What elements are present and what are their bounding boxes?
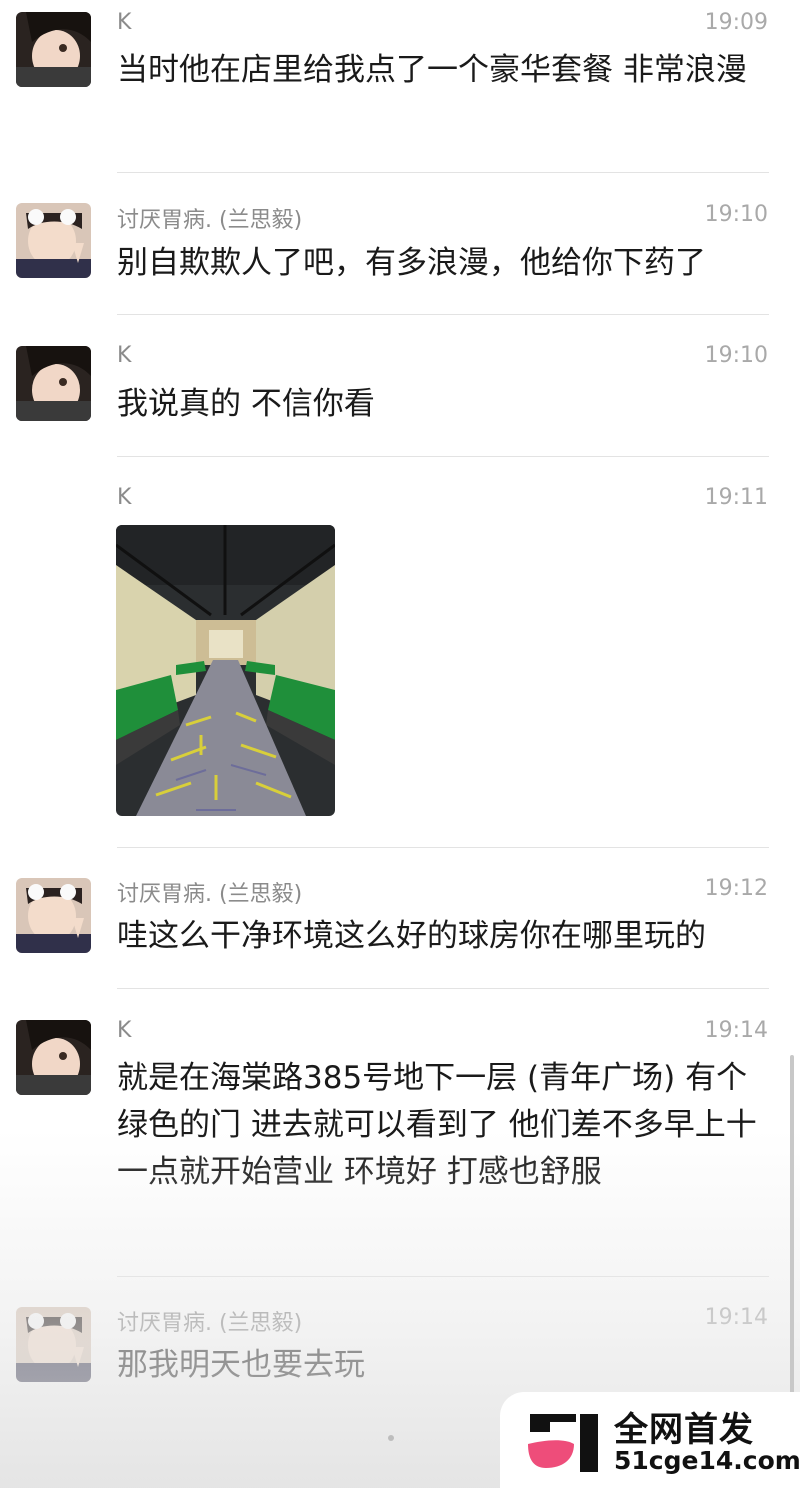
page-indicator-dot (388, 1435, 394, 1441)
message-divider (117, 1276, 769, 1277)
avatar-taoyan[interactable] (16, 878, 91, 953)
message-time: 19:12 (704, 876, 768, 901)
message-divider (117, 847, 769, 848)
sender-name: K (117, 10, 132, 35)
avatar-k[interactable] (16, 1020, 91, 1095)
message-time: 19:10 (704, 202, 768, 227)
watermark-site: 51cge14.com (614, 1446, 800, 1475)
message-text[interactable]: 就是在海棠路385号地下一层 (青年广场) 有个绿色的门 进去就可以看到了 他们… (117, 1055, 767, 1196)
message-time: 19:14 (704, 1305, 768, 1330)
sender-name: 讨厌胃病. (兰思毅) (117, 882, 303, 907)
watermark-title: 全网首发 (614, 1410, 754, 1450)
sender-name: K (117, 1018, 132, 1043)
message-time: 19:10 (704, 343, 768, 368)
billiard-room-photo[interactable] (116, 525, 335, 816)
message-text[interactable]: 哇这么干净环境这么好的球房你在哪里玩的 (117, 913, 767, 960)
sender-name: K (117, 485, 132, 510)
avatar-taoyan[interactable] (16, 1307, 91, 1382)
message-divider (117, 456, 769, 457)
avatar-k[interactable] (16, 346, 91, 421)
avatar-taoyan[interactable] (16, 203, 91, 278)
avatar-k[interactable] (16, 12, 91, 87)
message-text[interactable]: 别自欺欺人了吧，有多浪漫，他给你下药了 (117, 240, 767, 287)
watermark-logo-icon (524, 1410, 604, 1478)
message-text[interactable]: 我说真的 不信你看 (117, 381, 767, 428)
scrollbar[interactable] (790, 1055, 794, 1395)
message-time: 19:14 (704, 1018, 768, 1043)
sender-name: 讨厌胃病. (兰思毅) (117, 1311, 303, 1336)
message-time: 19:11 (704, 485, 768, 510)
message-text[interactable]: 那我明天也要去玩 (117, 1342, 767, 1389)
message-text[interactable]: 当时他在店里给我点了一个豪华套餐 非常浪漫 (117, 47, 767, 94)
sender-name: K (117, 343, 132, 368)
sender-name: 讨厌胃病. (兰思毅) (117, 208, 303, 233)
watermark: 全网首发 51cge14.com (500, 1392, 800, 1488)
message-divider (117, 988, 769, 989)
message-time: 19:09 (704, 10, 768, 35)
message-divider (117, 314, 769, 315)
message-divider (117, 172, 769, 173)
